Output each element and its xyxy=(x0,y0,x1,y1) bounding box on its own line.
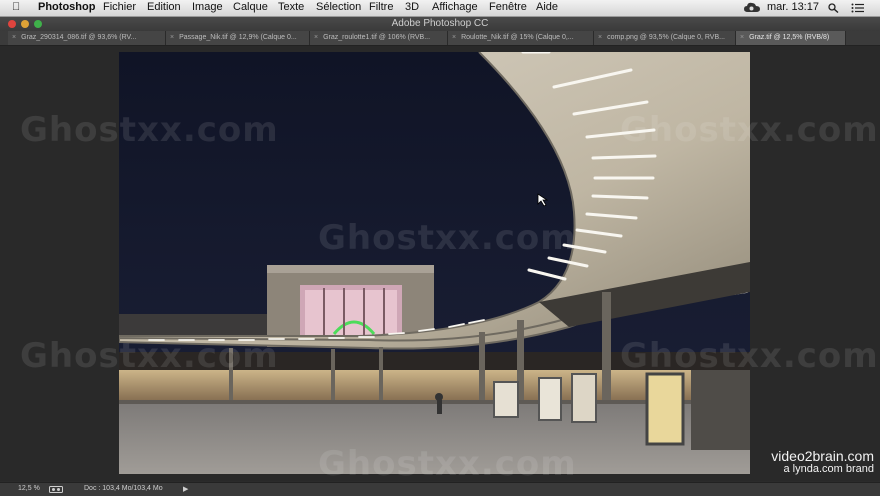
watermark-text: Ghostxx.com xyxy=(318,218,577,258)
tab-graz-290314[interactable]: × Graz_290314_086.tif @ 93,6% (RV... xyxy=(8,31,166,45)
tab-roulotte-nik[interactable]: × Roulotte_Nik.tif @ 15% (Calque 0,... xyxy=(448,31,594,45)
menu-fenetre[interactable]: Fenêtre xyxy=(489,1,527,13)
menu-edition[interactable]: Edition xyxy=(147,1,181,13)
menubar-clock: mar. 13:17 xyxy=(767,1,819,13)
watermark-text: Ghostxx.com xyxy=(620,110,879,150)
menu-texte[interactable]: Texte xyxy=(278,1,304,13)
status-menu-arrow-icon[interactable]: ▶ xyxy=(183,485,188,493)
window-titlebar: Adobe Photoshop CC xyxy=(0,17,880,31)
menu-aide[interactable]: Aide xyxy=(536,1,558,13)
document-tabbar: × Graz_290314_086.tif @ 93,6% (RV... × Pas… xyxy=(0,31,880,46)
tab-passage-nik[interactable]: × Passage_Nik.tif @ 12,9% (Calque 0... xyxy=(166,31,310,45)
window-title: Adobe Photoshop CC xyxy=(391,18,489,29)
menu-fichier[interactable]: Fichier xyxy=(103,1,136,13)
zoom-window-button[interactable] xyxy=(34,20,42,28)
watermark-text: Ghostxx.com xyxy=(318,444,577,484)
tab-comp-png[interactable]: × comp.png @ 93,5% (Calque 0, RVB... xyxy=(594,31,736,45)
mouse-cursor-icon xyxy=(537,193,549,207)
sharing-icon[interactable] xyxy=(49,486,63,493)
brand-logo-line2: a lynda.com brand xyxy=(783,463,875,475)
status-bar: 12,5 % Doc : 103,4 Mo/103,4 Mo ▶ xyxy=(0,482,880,496)
menu-affichage[interactable]: Affichage xyxy=(432,1,478,13)
apple-menu-icon[interactable]:  xyxy=(12,1,20,13)
menu-filtre[interactable]: Filtre xyxy=(369,1,393,13)
watermark-text: Ghostxx.com xyxy=(20,110,279,150)
minimize-window-button[interactable] xyxy=(21,20,29,28)
watermark-text: Ghostxx.com xyxy=(20,336,279,376)
mac-menubar:  Photoshop Fichier Edition Image Calque… xyxy=(0,0,880,17)
creative-cloud-icon[interactable] xyxy=(744,2,760,13)
menu-calque[interactable]: Calque xyxy=(233,1,268,13)
menu-3d[interactable]: 3D xyxy=(405,1,419,13)
close-tab-icon[interactable]: × xyxy=(598,34,602,41)
menu-image[interactable]: Image xyxy=(192,1,223,13)
document-size: Doc : 103,4 Mo/103,4 Mo xyxy=(84,485,163,492)
brand-logo-line1: video2brain.com xyxy=(771,448,874,464)
tab-graz-roulotte1[interactable]: × Graz_roulotte1.tif @ 106% (RVB... xyxy=(310,31,448,45)
notification-center-icon[interactable] xyxy=(851,3,865,13)
close-tab-icon[interactable]: × xyxy=(170,34,174,41)
close-tab-icon[interactable]: × xyxy=(12,34,16,41)
close-tab-icon[interactable]: × xyxy=(314,34,318,41)
tab-graz-tif[interactable]: × Graz.tif @ 12,5% (RVB/8) xyxy=(736,31,846,45)
close-window-button[interactable] xyxy=(8,20,16,28)
close-tab-icon[interactable]: × xyxy=(740,34,744,41)
menu-selection[interactable]: Sélection xyxy=(316,1,361,13)
close-tab-icon[interactable]: × xyxy=(452,34,456,41)
spotlight-search-icon[interactable] xyxy=(828,3,839,13)
menu-app-name[interactable]: Photoshop xyxy=(38,1,95,13)
watermark-text: Ghostxx.com xyxy=(620,336,879,376)
zoom-level[interactable]: 12,5 % xyxy=(18,485,40,492)
